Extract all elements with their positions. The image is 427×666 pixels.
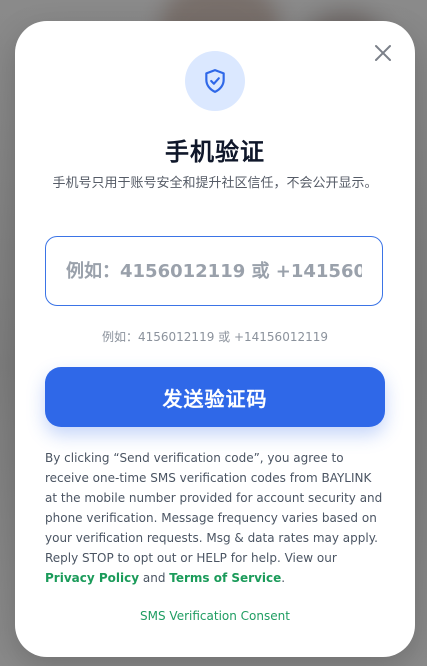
privacy-policy-link[interactable]: Privacy Policy [45,571,139,585]
phone-number-input[interactable] [45,236,383,306]
close-icon [375,45,391,61]
phone-format-hint: 例如：4156012119 或 +14156012119 [101,330,328,344]
shield-check-icon [205,69,225,93]
modal-subtitle: 手机号只用于账号安全和提升社区信任，不会公开显示。 [52,176,378,191]
consent-body: By clicking “Send verification code”, yo… [45,451,383,565]
terms-of-service-link[interactable]: Terms of Service [169,571,281,585]
send-verification-code-button[interactable]: 发送验证码 [45,367,385,427]
close-button[interactable] [373,43,393,63]
sms-consent-text: By clicking “Send verification code”, yo… [45,448,387,588]
sms-verification-consent-link[interactable]: SMS Verification Consent [15,609,415,623]
shield-badge [185,51,245,111]
consent-and: and [139,571,170,585]
consent-period: . [281,571,286,585]
modal-title: 手机验证 [165,138,265,166]
phone-verification-modal: 手机验证 手机号只用于账号安全和提升社区信任，不会公开显示。 例如：415601… [15,21,415,657]
